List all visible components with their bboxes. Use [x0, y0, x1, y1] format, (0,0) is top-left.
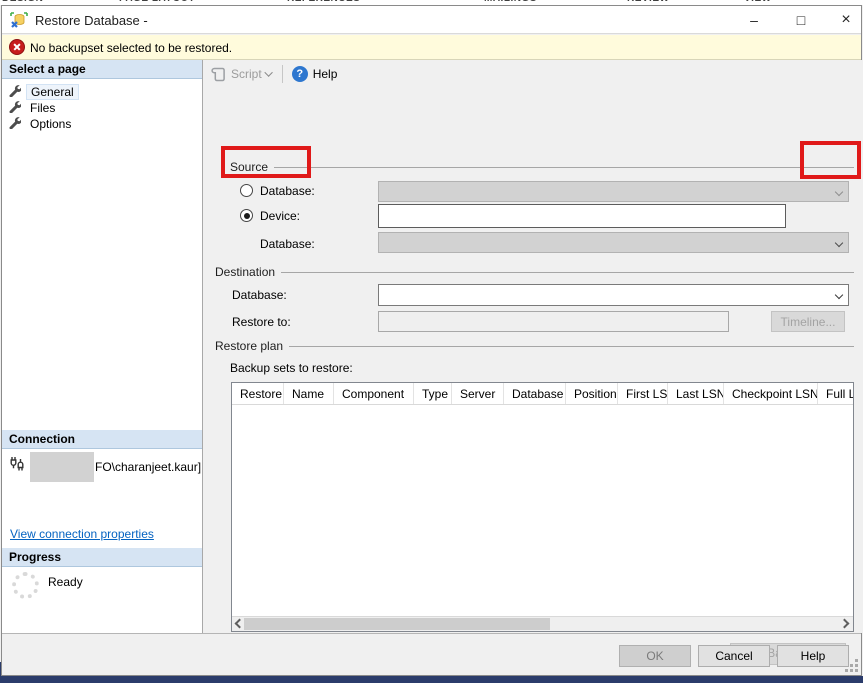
column-header[interactable]: Database	[504, 383, 566, 404]
wrench-icon	[8, 100, 21, 116]
sidebar: Select a page General Files Options Con	[2, 60, 203, 633]
background-statusbar	[0, 676, 863, 683]
destination-database-combo[interactable]	[378, 284, 849, 306]
window-title: Restore Database -	[35, 13, 148, 28]
sidebar-item-label: Options	[26, 117, 75, 131]
destination-group-label: Destination	[215, 265, 854, 279]
help-icon: ?	[292, 66, 308, 82]
sidebar-item-label: General	[26, 84, 79, 100]
database-radio[interactable]	[240, 184, 253, 197]
backup-sets-table[interactable]: Restore Name Component Type Server Datab…	[231, 382, 854, 632]
maximize-button[interactable]: □	[789, 9, 813, 31]
bg-ribbon-tab: PAGE LAYOUT	[119, 0, 195, 4]
device-path-input[interactable]	[378, 204, 786, 228]
connection-plug-icon	[9, 456, 25, 475]
device-radio-label: Device:	[260, 209, 300, 223]
progress-spinner-icon	[12, 572, 39, 599]
column-header[interactable]: Type	[414, 383, 452, 404]
chevron-down-icon	[835, 188, 843, 196]
script-button[interactable]: Script	[210, 66, 273, 82]
chevron-down-icon	[264, 68, 272, 76]
footer-divider	[2, 633, 861, 634]
column-header[interactable]: Server	[452, 383, 504, 404]
destination-database-label: Database:	[232, 288, 287, 302]
warning-bar: No backupset selected to be restored.	[2, 35, 861, 60]
source-database-select-label: Database:	[260, 237, 315, 251]
scrollbar-thumb[interactable]	[244, 618, 550, 630]
warning-text: No backupset selected to be restored.	[30, 41, 232, 55]
restore-database-dialog: Restore Database - – □ × No backupset se…	[1, 5, 862, 676]
screenshot-root: DESIGN PAGE LAYOUT REFERENCES MAILINGS R…	[0, 0, 863, 683]
group-divider	[289, 346, 854, 347]
column-header[interactable]: Position	[566, 383, 618, 404]
ok-button[interactable]: OK	[619, 645, 691, 667]
timeline-button: Timeline...	[771, 311, 845, 332]
help-button[interactable]: Help	[777, 645, 849, 667]
chevron-down-icon	[835, 239, 843, 247]
source-group-label: Source	[230, 160, 854, 174]
horizontal-scrollbar[interactable]	[232, 616, 853, 631]
redacted-server-name	[30, 452, 94, 482]
column-header[interactable]: Full LSN	[818, 383, 854, 404]
main-panel: Script ? Help Source Database: Device: .…	[204, 60, 863, 633]
group-divider	[274, 167, 854, 168]
bg-ribbon-tab: DESIGN	[2, 0, 43, 4]
script-label: Script	[231, 67, 262, 81]
sidebar-item-label: Files	[26, 101, 59, 115]
script-icon	[210, 66, 226, 82]
error-icon	[9, 39, 25, 55]
bg-ribbon-tab: REVIEW	[627, 0, 669, 4]
title-bar[interactable]: Restore Database - – □ ×	[2, 6, 861, 34]
help-toolbar-button[interactable]: ? Help	[292, 66, 338, 82]
bg-ribbon-tab: REFERENCES	[287, 0, 360, 4]
column-header[interactable]: Last LSN	[668, 383, 724, 404]
table-header-row: Restore Name Component Type Server Datab…	[232, 383, 853, 405]
sidebar-item-options[interactable]: Options	[8, 115, 75, 132]
restore-to-input	[378, 311, 729, 332]
wrench-icon	[8, 116, 21, 132]
progress-status: Ready	[48, 575, 83, 589]
minimize-button[interactable]: –	[742, 9, 766, 31]
connection-header: Connection	[2, 430, 202, 449]
scroll-left-icon[interactable]	[236, 620, 244, 628]
device-database-combo	[378, 232, 849, 253]
group-divider	[281, 272, 854, 273]
source-database-combo	[378, 181, 849, 202]
help-label: Help	[313, 67, 338, 81]
column-header[interactable]: Restore	[232, 383, 284, 404]
toolbar: Script ? Help	[204, 60, 863, 88]
restore-to-label: Restore to:	[232, 315, 291, 329]
column-header[interactable]: Checkpoint LSN	[724, 383, 818, 404]
progress-header: Progress	[2, 548, 202, 567]
connection-user: FO\charanjeet.kaur]	[95, 460, 201, 474]
database-radio-label: Database:	[260, 184, 315, 198]
bg-ribbon-tab: MAILINGS	[484, 0, 537, 4]
backup-sets-label: Backup sets to restore:	[230, 361, 353, 375]
restore-database-icon	[10, 12, 28, 32]
device-radio[interactable]	[240, 209, 253, 222]
close-button[interactable]: ×	[834, 9, 858, 31]
scroll-right-icon[interactable]	[841, 620, 849, 628]
cancel-button[interactable]: Cancel	[698, 645, 770, 667]
toolbar-separator	[282, 65, 283, 83]
wrench-icon	[8, 84, 21, 100]
resize-grip[interactable]	[845, 659, 858, 672]
bg-ribbon-tab: VIEW	[744, 0, 772, 4]
restore-plan-group-label: Restore plan	[215, 339, 854, 353]
sidebar-item-general[interactable]: General	[8, 83, 79, 100]
view-connection-properties-link[interactable]: View connection properties	[10, 527, 154, 541]
sidebar-item-files[interactable]: Files	[8, 99, 59, 116]
column-header[interactable]: Name	[284, 383, 334, 404]
column-header[interactable]: Component	[334, 383, 414, 404]
chevron-down-icon	[835, 291, 843, 299]
select-a-page-header: Select a page	[2, 60, 202, 79]
column-header[interactable]: First LSN	[618, 383, 668, 404]
